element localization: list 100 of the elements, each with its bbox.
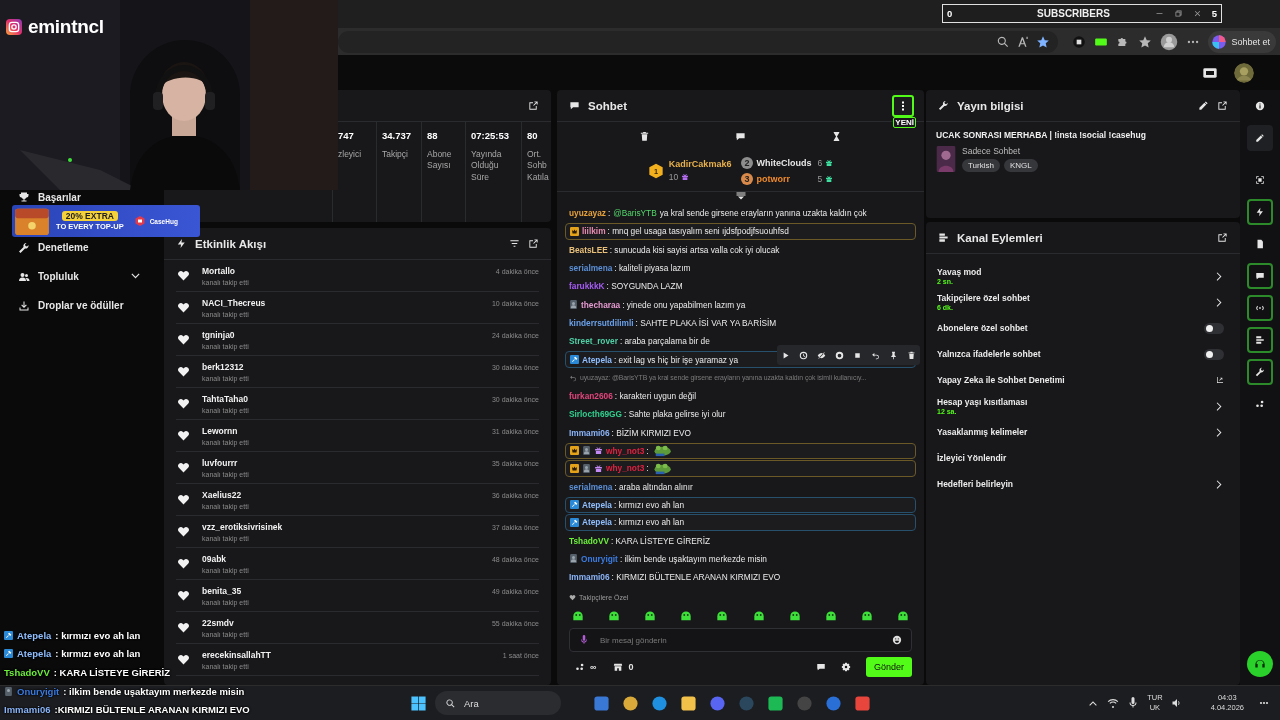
popout-icon[interactable]	[528, 238, 539, 249]
favorite-star-icon[interactable]	[1036, 34, 1051, 49]
emoji-icon[interactable]	[892, 635, 902, 645]
favorites-icon[interactable]	[1138, 34, 1153, 49]
wifi-icon[interactable]	[1107, 697, 1120, 709]
play-icon[interactable]	[781, 350, 790, 360]
gifter-name[interactable]: KadirCakmak6	[668, 159, 732, 169]
toggle-switch[interactable]	[1204, 322, 1224, 334]
sidebar-item[interactable]: Topluluk	[0, 262, 158, 291]
rail-button[interactable]	[1247, 125, 1273, 151]
chat-icon	[569, 100, 580, 111]
app-icon[interactable]	[767, 694, 784, 712]
sidebar-item[interactable]: Denetleme	[0, 233, 158, 262]
start-button[interactable]	[410, 694, 427, 712]
chat-username[interactable]: Atepela	[582, 354, 612, 365]
chat-username[interactable]: farukkkK	[569, 281, 605, 292]
chat-username[interactable]: BeatsLEE	[569, 244, 608, 255]
category-name[interactable]: Sadece Sohbet	[962, 146, 1038, 156]
channel-action-item[interactable]: Yalnızca ifadelerle sohbet	[926, 341, 1240, 367]
app-icon[interactable]	[854, 694, 871, 712]
user-avatar[interactable]	[1234, 62, 1254, 83]
tag[interactable]: Turkish	[962, 159, 1000, 172]
instagram-icon	[6, 19, 22, 35]
filter-icon[interactable]	[509, 238, 520, 249]
mention-link[interactable]: @BarisYTB	[613, 208, 657, 219]
chat-username[interactable]: why_not3	[606, 445, 645, 456]
profile-icon[interactable]	[1160, 32, 1179, 51]
channel-action-item[interactable]: Abonelere özel sohbet	[926, 315, 1240, 341]
sidebar-item[interactable]: Droplar ve ödüller	[0, 291, 158, 320]
menu-button[interactable]	[892, 94, 914, 117]
app-icon[interactable]	[622, 694, 639, 712]
rank-medal: 1	[647, 161, 664, 180]
restore-icon[interactable]	[1173, 9, 1183, 18]
chat-username[interactable]: liilkim	[582, 226, 606, 237]
app-icon[interactable]	[680, 694, 697, 712]
trash-icon[interactable]	[907, 350, 916, 360]
chat-username[interactable]: uyuzayaz	[569, 208, 606, 219]
channel-action-item[interactable]: İzleyici Yönlendir	[926, 445, 1240, 471]
gift-count: 6	[817, 157, 823, 168]
extension-icon[interactable]	[1072, 34, 1087, 49]
pin-icon[interactable]	[889, 350, 898, 360]
chat-username[interactable]: Onuryigit	[581, 553, 618, 564]
channel-action-item[interactable]: Yasaklanmış kelimeler	[926, 419, 1240, 445]
chat-username[interactable]: why_not3	[606, 463, 645, 474]
trash-icon[interactable]	[639, 130, 651, 142]
settings-icon[interactable]	[840, 661, 851, 672]
popout-icon[interactable]	[528, 100, 539, 111]
points-icon[interactable]	[575, 661, 585, 672]
read-aloud-icon[interactable]	[1016, 34, 1031, 49]
store-icon[interactable]	[613, 661, 624, 672]
chat-username[interactable]: Atepela	[582, 517, 612, 528]
gifter-name[interactable]: WhiteClouds	[756, 157, 815, 168]
sidebar-item[interactable]: Başarılar	[0, 190, 158, 204]
chat-username[interactable]: Atepela	[582, 499, 612, 510]
chat-username[interactable]: serialmena	[569, 481, 613, 492]
chat-username[interactable]: Sirlocth69GG	[569, 409, 623, 420]
app-icon[interactable]	[651, 694, 668, 712]
taskbar-search[interactable]: Ara	[435, 691, 561, 715]
chat-username[interactable]: thecharaa	[581, 299, 621, 310]
chat-username[interactable]: Immami06	[569, 427, 610, 438]
popout-icon[interactable]	[1217, 100, 1228, 111]
chat-icon[interactable]	[815, 661, 826, 672]
gifter-name[interactable]: potworr	[756, 173, 815, 184]
stat-value: 34.737	[382, 130, 413, 141]
close-icon[interactable]	[1192, 9, 1202, 18]
channel-action-item[interactable]: Hedefleri belirleyin	[926, 471, 1240, 497]
send-button[interactable]: Gönder	[865, 656, 912, 677]
zoom-icon[interactable]	[996, 34, 1011, 49]
tag[interactable]: KNGL	[1003, 159, 1038, 172]
overlay-chat-username: Atepela	[17, 648, 52, 660]
category-thumbnail[interactable]	[936, 146, 956, 172]
rail-button[interactable]	[1247, 359, 1273, 385]
pencil-icon[interactable]	[1198, 100, 1209, 111]
stat-value: 80	[527, 130, 539, 141]
chat-username[interactable]: TshadoVV	[569, 535, 609, 546]
rail-button[interactable]	[1247, 263, 1273, 289]
eyeoff-icon[interactable]	[817, 350, 826, 360]
at-icon[interactable]	[835, 350, 844, 360]
channel-action-item[interactable]: Yapay Zeka ile Sohbet Denetimi	[926, 367, 1240, 393]
chat-message-text: :	[646, 463, 649, 474]
chat-username[interactable]: Immami06	[569, 572, 610, 583]
popout-icon[interactable]	[1217, 232, 1228, 243]
message-input[interactable]: Bir mesaj gönderin	[569, 628, 912, 652]
chat-username[interactable]: kinderrsutdilimli	[569, 317, 634, 328]
copilot-button[interactable]: Sohbet et	[1208, 30, 1276, 53]
clock-icon[interactable]	[799, 350, 808, 360]
collapse-icon[interactable]	[734, 192, 747, 200]
chat-username[interactable]: serialmena	[569, 263, 613, 273]
toggle-switch[interactable]	[1204, 348, 1224, 360]
chat-icon[interactable]	[735, 130, 746, 142]
stream-title: UCAK SONRASI MERHABA | !insta !social !casehug	[936, 130, 1147, 140]
points-balance: ∞	[590, 661, 597, 672]
help-button[interactable]	[1247, 651, 1273, 677]
chat-username[interactable]: Street_rover	[569, 336, 618, 347]
goal-title: SUBSCRIBERS	[1036, 8, 1111, 19]
stat-label: zleyici	[338, 149, 363, 161]
chat-username[interactable]: furkan2606	[569, 391, 613, 402]
promo-headline: 20% EXTRA	[61, 211, 118, 221]
chat-message-text: : SOYGUNDA LAZM	[606, 281, 683, 292]
rail-button[interactable]	[1247, 327, 1273, 353]
